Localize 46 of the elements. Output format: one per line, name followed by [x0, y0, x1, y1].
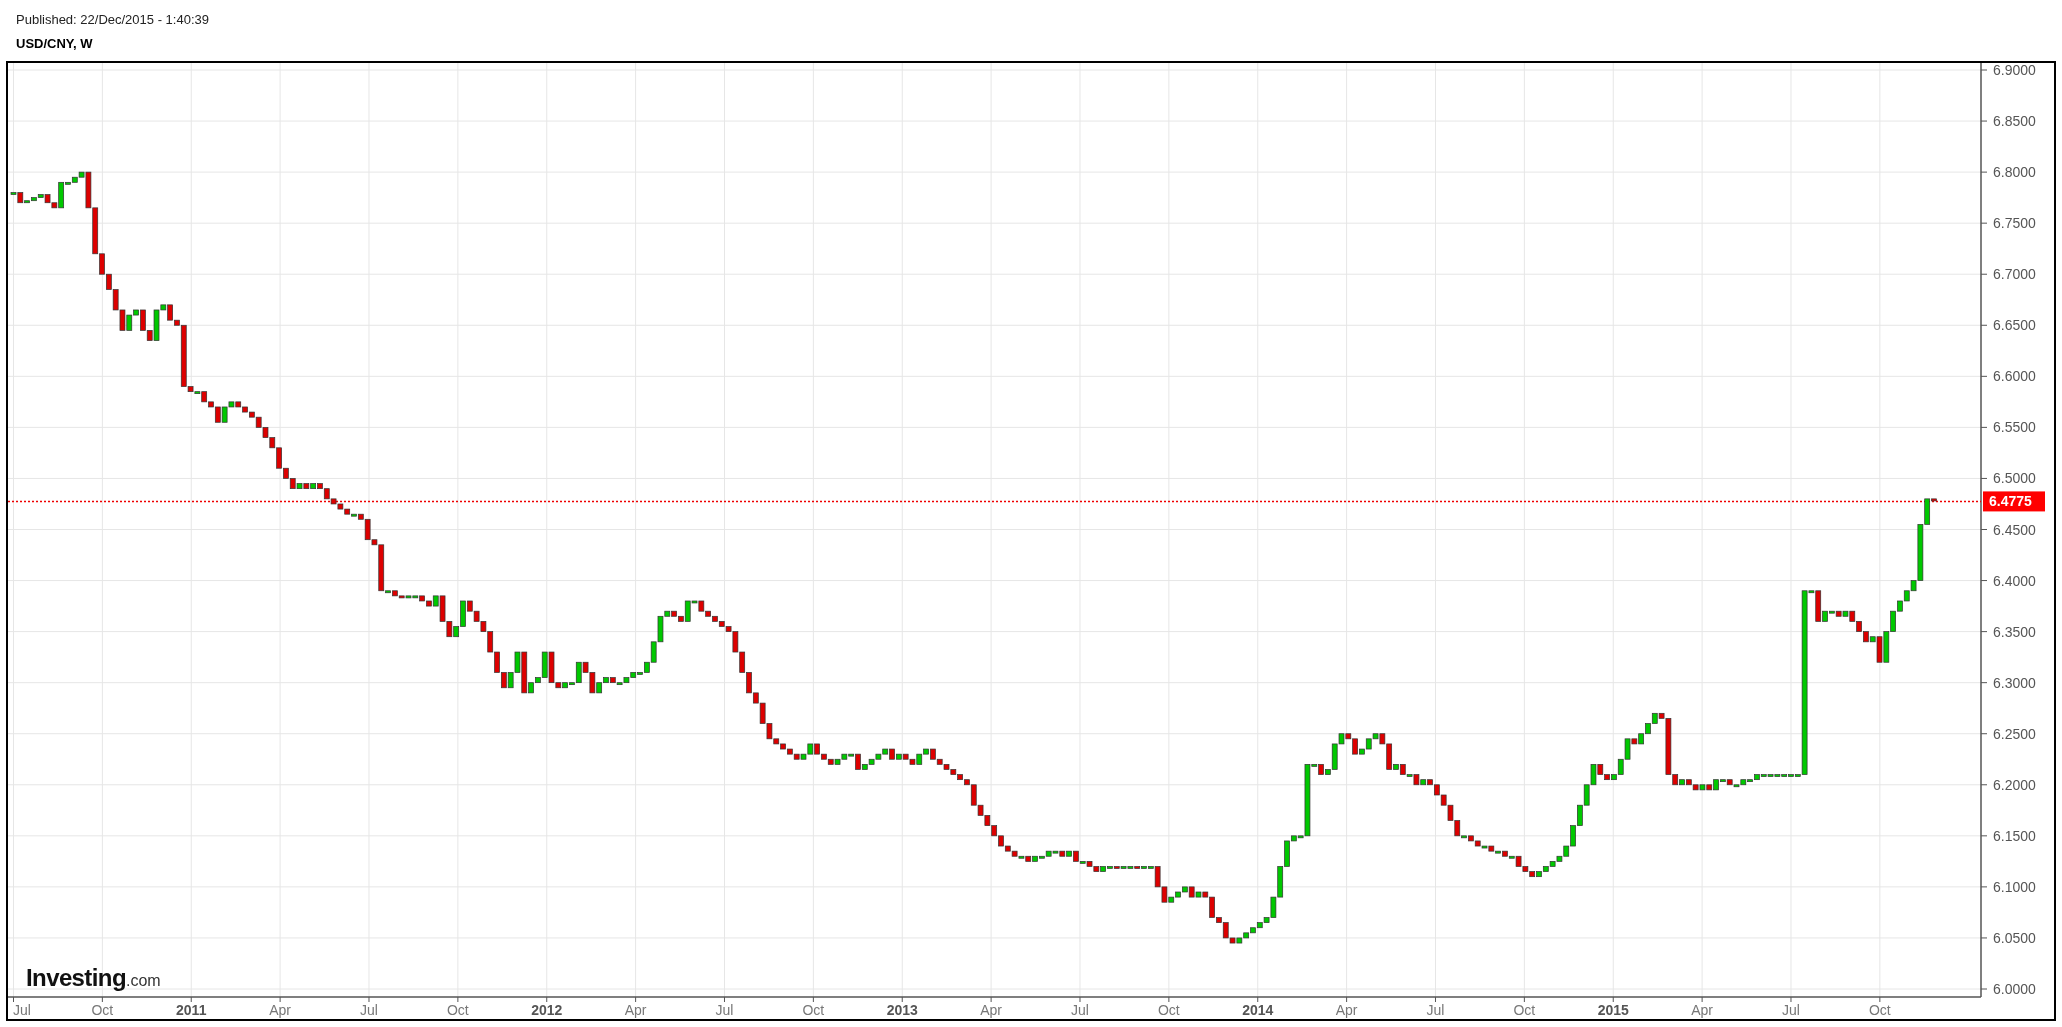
- x-tick-label: Oct: [1513, 1002, 1536, 1018]
- y-tick-label: 6.3500: [1993, 623, 2036, 640]
- x-tick-label: Jul: [1071, 1002, 1089, 1018]
- x-tick-label: Apr: [269, 1002, 291, 1018]
- y-tick-label: 6.2000: [1993, 776, 2036, 793]
- x-tick-label: 2012: [531, 1002, 563, 1018]
- y-tick-label: 6.4500: [1993, 521, 2036, 538]
- y-tick-label: 6.1500: [1993, 827, 2036, 844]
- x-tick-label: Jul: [1426, 1002, 1445, 1018]
- x-tick-label: 2013: [886, 1002, 918, 1018]
- x-tick-label: Jul: [360, 1002, 378, 1018]
- y-tick-label: 6.5000: [1993, 470, 2036, 487]
- x-tick-label: 2011: [176, 1002, 207, 1018]
- x-tick-label: Apr: [980, 1002, 1002, 1018]
- x-tick-label: Jul: [1782, 1002, 1800, 1018]
- y-tick-label: 6.0500: [1993, 929, 2036, 946]
- y-tick-label: 6.8000: [1993, 164, 2036, 181]
- y-tick-label: 6.7000: [1993, 266, 2036, 283]
- x-tick-label: Oct: [802, 1002, 825, 1018]
- y-tick-label: 6.0000: [1993, 981, 2036, 997]
- x-tick-label: Oct: [91, 1002, 114, 1018]
- x-tick-label: Jul: [13, 1002, 31, 1018]
- y-tick-label: 6.6000: [1993, 368, 2036, 385]
- x-tick-label: Apr: [1691, 1002, 1713, 1018]
- x-tick-label: Apr: [1335, 1002, 1358, 1018]
- published-date: Published: 22/Dec/2015 - 1:40:39: [16, 13, 210, 26]
- y-tick-label: 6.6500: [1993, 317, 2036, 334]
- x-tick-label: Apr: [624, 1002, 647, 1018]
- chart-title: USD/CNY, W: [16, 37, 94, 50]
- y-tick-label: 6.8500: [1993, 113, 2036, 130]
- logo-suffix: .com: [125, 973, 161, 989]
- x-tick-label: Jul: [715, 1002, 734, 1018]
- y-tick-label: 6.9000: [1993, 63, 2036, 78]
- x-tick-label: Oct: [1868, 1002, 1891, 1018]
- x-tick-label: 2014: [1242, 1002, 1274, 1018]
- x-tick-label: Oct: [447, 1002, 469, 1018]
- logo-name: Investing: [26, 966, 126, 990]
- y-tick-label: 6.1000: [1993, 878, 2036, 895]
- y-tick-label: 6.2500: [1993, 725, 2036, 742]
- x-tick-label: 2015: [1597, 1002, 1629, 1018]
- last-price-tag: 6.4775: [1983, 491, 2045, 512]
- x-tick-label: Oct: [1157, 1002, 1180, 1018]
- y-tick-label: 6.5500: [1993, 419, 2036, 436]
- y-tick-label: 6.3000: [1993, 674, 2036, 691]
- y-tick-label: 6.4000: [1993, 572, 2036, 589]
- y-tick-label: 6.7500: [1993, 215, 2036, 232]
